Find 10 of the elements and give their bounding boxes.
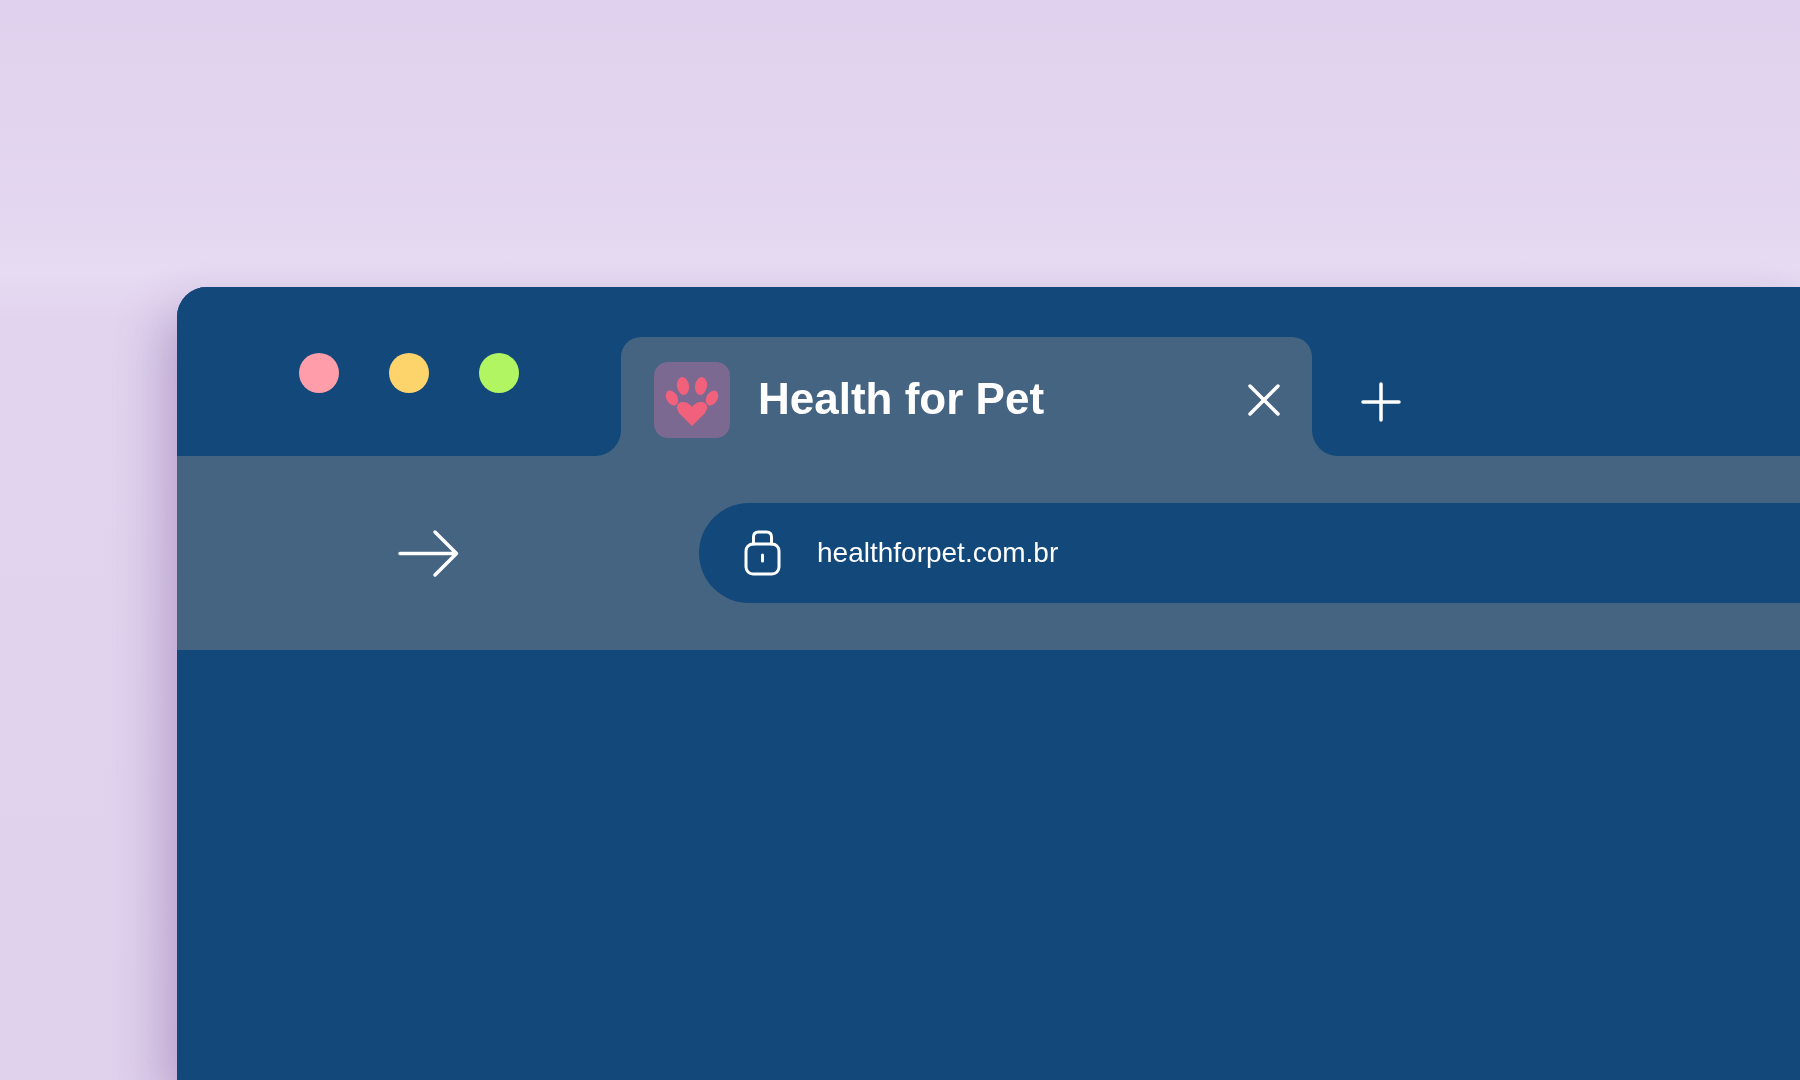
lock-icon <box>744 530 781 576</box>
close-icon[interactable] <box>1248 383 1280 416</box>
paw-favicon-icon <box>654 361 730 438</box>
window-control-icon[interactable] <box>479 353 519 393</box>
window-control-icon[interactable] <box>299 353 339 393</box>
plus-icon[interactable] <box>1361 381 1401 422</box>
right-arrow-icon[interactable] <box>398 528 460 578</box>
window-control-icon[interactable] <box>389 353 429 393</box>
address-bar[interactable]: healthforpet.com.br <box>699 503 1800 603</box>
browser-tab[interactable]: Health for Pet <box>621 337 1312 456</box>
